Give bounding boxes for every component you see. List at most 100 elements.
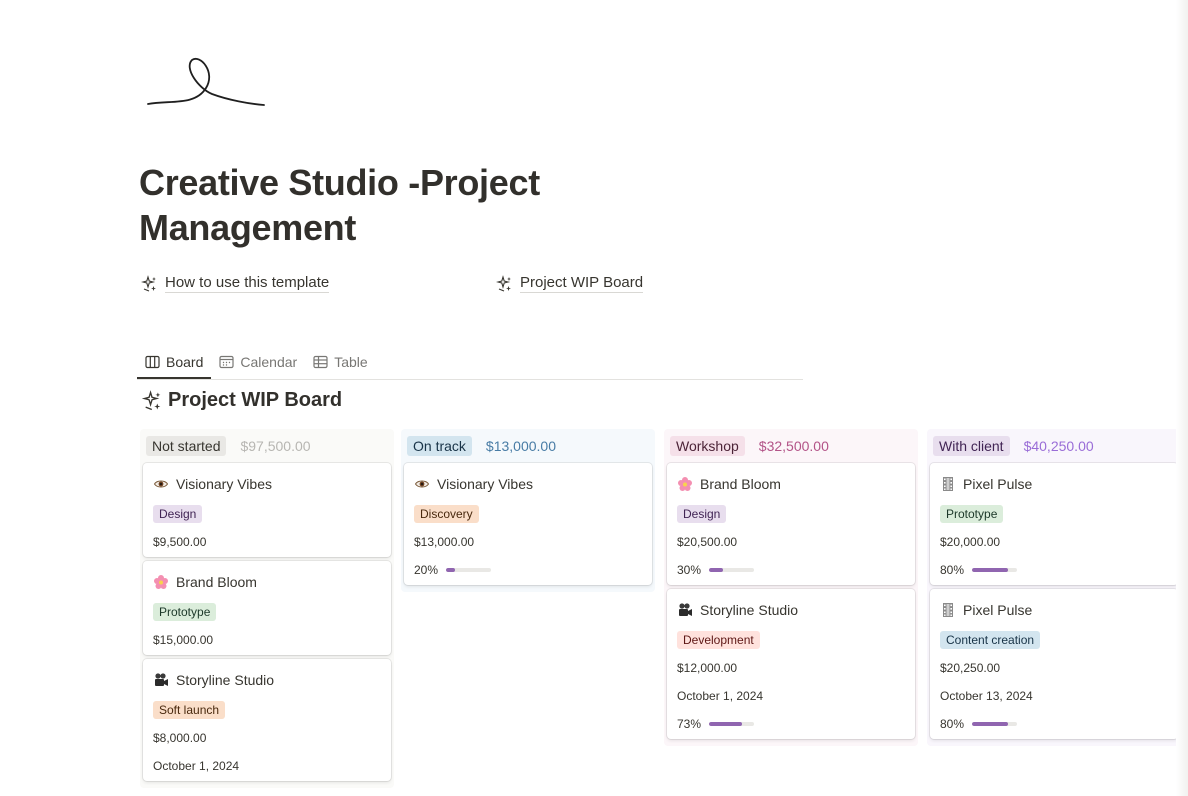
sparkles-icon bbox=[142, 389, 161, 410]
phase-tag: Development bbox=[677, 631, 760, 649]
progress-label: 73% bbox=[677, 717, 702, 731]
phase-tag: Prototype bbox=[153, 603, 217, 621]
eye-icon bbox=[414, 476, 430, 492]
board-icon bbox=[145, 355, 160, 369]
card-amount: $20,500.00 bbox=[677, 535, 738, 549]
progress-label: 80% bbox=[940, 563, 965, 577]
phase-tag: Content creation bbox=[940, 631, 1041, 649]
card-name: Pixel Pulse bbox=[963, 476, 1033, 492]
project-card[interactable]: Brand Bloom Design $20,500.00 30% bbox=[667, 463, 915, 585]
progress-label: 30% bbox=[677, 563, 702, 577]
column-status-tag: Not started bbox=[146, 436, 227, 456]
eye-icon bbox=[153, 476, 169, 492]
card-amount: $15,000.00 bbox=[153, 633, 214, 647]
progress-fill bbox=[972, 722, 1009, 726]
progress-track bbox=[709, 722, 755, 726]
phase-tag: Prototype bbox=[940, 505, 1004, 523]
board-column: With client $40,250.00 Pixel Pulse Prototyp… bbox=[927, 429, 1181, 746]
card-progress: 73% bbox=[677, 715, 905, 733]
progress-fill bbox=[446, 568, 456, 572]
progress-track bbox=[446, 568, 492, 572]
column-status-tag: On track bbox=[407, 436, 472, 456]
table-icon bbox=[313, 355, 328, 369]
sparkles-icon bbox=[141, 274, 156, 292]
project-card[interactable]: Visionary Vibes Design $9,500.00 bbox=[143, 463, 391, 557]
phase-tag: Soft launch bbox=[153, 701, 226, 719]
flower-icon bbox=[677, 476, 693, 492]
card-amount: $13,000.00 bbox=[414, 535, 475, 549]
phase-tag: Design bbox=[153, 505, 203, 523]
link-label: How to use this template bbox=[165, 274, 330, 293]
card-title: Pixel Pulse bbox=[940, 475, 1168, 493]
column-header[interactable]: On track $13,000.00 bbox=[401, 429, 655, 463]
card-name: Visionary Vibes bbox=[176, 476, 272, 492]
card-title: Brand Bloom bbox=[677, 475, 905, 493]
card-name: Pixel Pulse bbox=[963, 602, 1033, 618]
board-column: On track $13,000.00 Visionary Vibes Discove… bbox=[401, 429, 655, 592]
project-card[interactable]: Brand Bloom Prototype $15,000.00 bbox=[143, 561, 391, 655]
progress-track bbox=[972, 568, 1018, 572]
board-column: Not started $97,500.00 Visionary Vibes Desi… bbox=[140, 429, 394, 788]
progress-fill bbox=[972, 568, 1009, 572]
column-status-tag: Workshop bbox=[670, 436, 745, 456]
view-tabs: Board Calendar Table bbox=[137, 346, 803, 380]
progress-fill bbox=[709, 568, 723, 572]
project-card[interactable]: Storyline Studio Development $12,000.00 Oct… bbox=[667, 589, 915, 739]
card-title: Pixel Pulse bbox=[940, 601, 1168, 619]
page: Creative Studio -Project Management How … bbox=[0, 0, 1188, 796]
calendar-icon bbox=[219, 355, 234, 369]
tab-board[interactable]: Board bbox=[137, 346, 212, 379]
card-title: Visionary Vibes bbox=[414, 475, 642, 493]
board-title-text: Project WIP Board bbox=[168, 389, 343, 411]
card-progress: 80% bbox=[940, 561, 1168, 579]
film-icon bbox=[940, 602, 956, 618]
camera-icon bbox=[677, 602, 693, 618]
scroll-edge bbox=[1176, 0, 1188, 796]
column-header[interactable]: Workshop $32,500.00 bbox=[664, 429, 918, 463]
board-title: Project WIP Board bbox=[142, 389, 342, 412]
column-header[interactable]: With client $40,250.00 bbox=[927, 429, 1181, 463]
card-name: Brand Bloom bbox=[700, 476, 781, 492]
card-progress: 30% bbox=[677, 561, 905, 579]
link-project-wip-board[interactable]: Project WIP Board bbox=[496, 274, 644, 293]
progress-track bbox=[709, 568, 755, 572]
card-date: October 1, 2024 bbox=[677, 689, 764, 703]
board-column: Workshop $32,500.00 Brand Bloom Design $20,5… bbox=[664, 429, 918, 746]
logo-squiggle bbox=[147, 57, 265, 106]
project-card[interactable]: Pixel Pulse Content creation $20,250.00 Oct… bbox=[930, 589, 1178, 739]
card-name: Visionary Vibes bbox=[437, 476, 533, 492]
progress-label: 20% bbox=[414, 563, 439, 577]
phase-tag: Design bbox=[677, 505, 727, 523]
tab-table[interactable]: Table bbox=[305, 346, 375, 378]
film-icon bbox=[940, 476, 956, 492]
page-title: Creative Studio -Project Management bbox=[139, 162, 540, 248]
column-total: $40,250.00 bbox=[1023, 438, 1094, 454]
card-title: Storyline Studio bbox=[153, 671, 381, 689]
column-status-tag: With client bbox=[933, 436, 1010, 456]
project-card[interactable]: Pixel Pulse Prototype $20,000.00 80% bbox=[930, 463, 1178, 585]
link-how-to-use[interactable]: How to use this template bbox=[141, 274, 330, 293]
card-title: Brand Bloom bbox=[153, 573, 381, 591]
phase-tag: Discovery bbox=[414, 505, 479, 523]
card-amount: $9,500.00 bbox=[153, 535, 207, 549]
card-progress: 20% bbox=[414, 561, 642, 579]
sparkles-icon bbox=[496, 274, 511, 292]
card-amount: $8,000.00 bbox=[153, 731, 207, 745]
column-total: $13,000.00 bbox=[485, 438, 556, 454]
card-amount: $20,250.00 bbox=[940, 661, 1001, 675]
card-date: October 13, 2024 bbox=[940, 689, 1033, 703]
column-header[interactable]: Not started $97,500.00 bbox=[140, 429, 394, 463]
card-name: Storyline Studio bbox=[700, 602, 799, 618]
project-card[interactable]: Visionary Vibes Discovery $13,000.00 20% bbox=[404, 463, 652, 585]
camera-icon bbox=[153, 672, 169, 688]
tab-label: Calendar bbox=[240, 354, 298, 370]
card-title: Visionary Vibes bbox=[153, 475, 381, 493]
project-card[interactable]: Storyline Studio Soft launch $8,000.00 Octo… bbox=[143, 659, 391, 781]
tab-calendar[interactable]: Calendar bbox=[211, 346, 305, 378]
column-total: $32,500.00 bbox=[758, 438, 829, 454]
link-label: Project WIP Board bbox=[520, 274, 644, 293]
card-progress: 80% bbox=[940, 715, 1168, 733]
tab-label: Table bbox=[334, 354, 368, 370]
column-total: $97,500.00 bbox=[240, 438, 311, 454]
tab-label: Board bbox=[166, 354, 204, 370]
